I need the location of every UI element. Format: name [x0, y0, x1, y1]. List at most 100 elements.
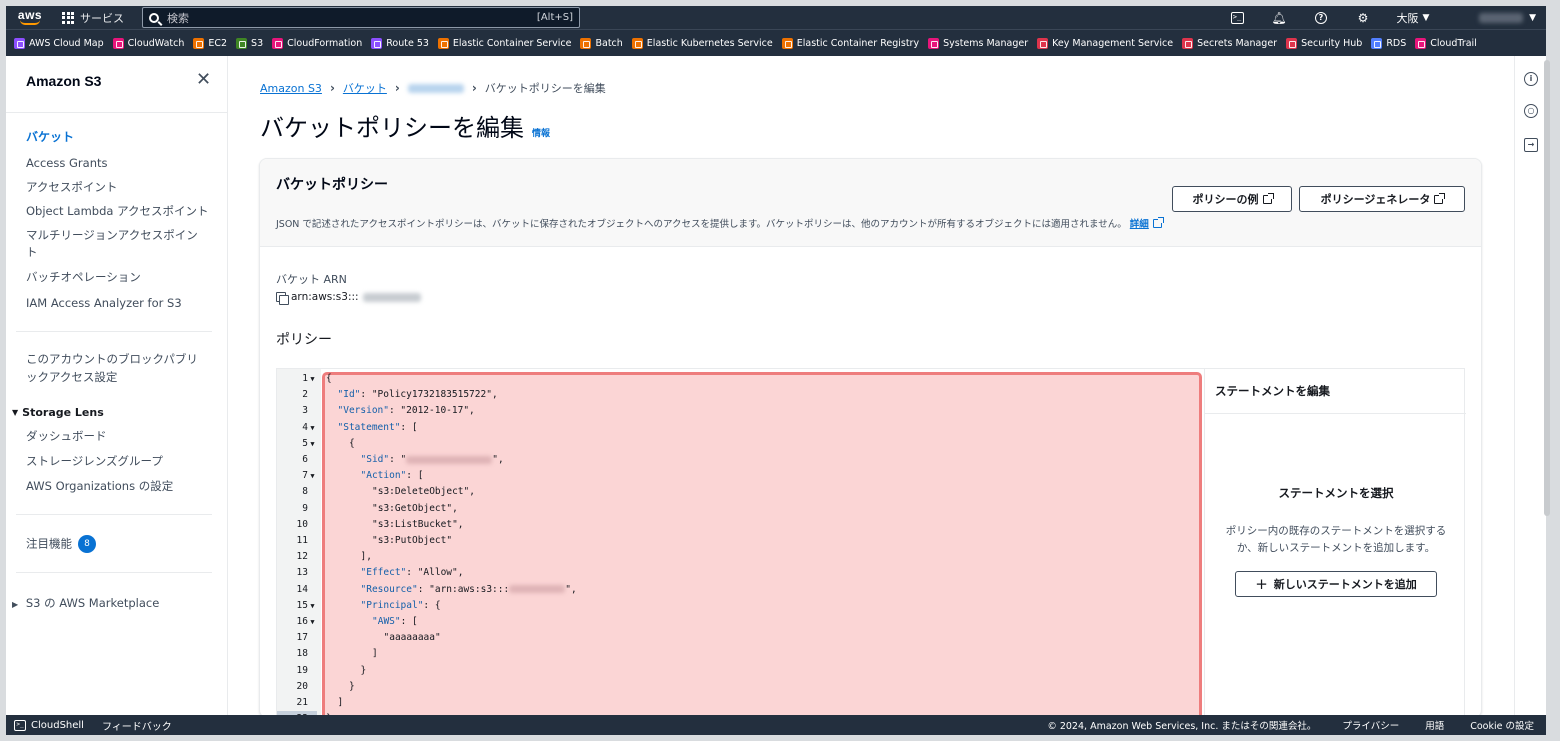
- divider: [6, 112, 228, 113]
- fold-toggle-icon[interactable]: ▼: [308, 420, 317, 436]
- code-line[interactable]: {: [326, 436, 355, 452]
- line-number: 5 ▼: [277, 436, 317, 452]
- privacy-link[interactable]: プライバシー: [1342, 718, 1399, 732]
- favorite-item[interactable]: Key Management Service: [1037, 37, 1173, 49]
- notifications-button[interactable]: 🔔︎: [1258, 6, 1300, 29]
- hexagon-icon[interactable]: ○: [1524, 104, 1538, 118]
- cookie-settings-link[interactable]: Cookie の設定: [1470, 718, 1534, 732]
- page-scrollbar[interactable]: [1544, 60, 1550, 516]
- favorite-item[interactable]: Systems Manager: [928, 37, 1028, 49]
- favorite-item[interactable]: Elastic Kubernetes Service: [631, 37, 773, 49]
- settings-button[interactable]: ⚙: [1342, 6, 1384, 29]
- favorite-item[interactable]: CloudWatch: [112, 37, 184, 49]
- help-button[interactable]: ?: [1300, 6, 1342, 29]
- line-number: 13: [277, 565, 317, 581]
- sidebar-item-block-public-access[interactable]: このアカウントのブロックパブリ: [26, 352, 198, 367]
- close-icon[interactable]: ✕: [196, 70, 211, 90]
- code-line[interactable]: "Resource": "arn:aws:s3::: ",: [326, 582, 577, 598]
- favorite-item[interactable]: RDS: [1371, 37, 1406, 49]
- sidebar-item-organizations[interactable]: AWS Organizations の設定: [26, 479, 173, 494]
- line-number-text: 3: [302, 405, 308, 417]
- info-link[interactable]: 情報: [532, 126, 550, 139]
- fold-toggle-icon[interactable]: ▼: [308, 371, 317, 387]
- code-line[interactable]: "s3:DeleteObject",: [326, 484, 475, 500]
- favorite-item[interactable]: EC2: [193, 37, 227, 49]
- code-line[interactable]: "Statement": [: [326, 420, 418, 436]
- sidebar-item-multi-region[interactable]: マルチリージョンアクセスポイン: [26, 228, 198, 243]
- featured-label: 注目機能: [26, 536, 72, 551]
- line-number: 21: [277, 695, 317, 711]
- line-number-text: 13: [296, 567, 308, 579]
- policy-generator-button[interactable]: ポリシージェネレータ: [1299, 186, 1465, 212]
- aws-logo[interactable]: aws: [12, 6, 48, 29]
- code-line[interactable]: "aaaaaaaa": [326, 630, 441, 646]
- sidebar-item-marketplace[interactable]: ▶ S3 の AWS Marketplace: [12, 596, 159, 612]
- add-statement-button[interactable]: + 新しいステートメントを追加: [1235, 571, 1437, 597]
- fold-toggle-icon[interactable]: ▼: [308, 614, 317, 630]
- storage-lens-section[interactable]: ▼ Storage Lens: [12, 406, 104, 419]
- sidebar-item-featured[interactable]: 注目機能 8: [26, 535, 96, 553]
- favorite-item[interactable]: CloudFormation: [272, 37, 362, 49]
- divider: [16, 514, 212, 515]
- code-line[interactable]: "Id": "Policy1732183515722",: [326, 387, 498, 403]
- favorite-item[interactable]: Security Hub: [1286, 37, 1362, 49]
- code-line[interactable]: ],: [326, 549, 372, 565]
- favorite-item[interactable]: S3: [236, 37, 263, 49]
- info-icon[interactable]: i: [1524, 72, 1538, 86]
- account-menu[interactable]: ▼: [1442, 12, 1546, 23]
- policy-examples-button[interactable]: ポリシーの例: [1172, 186, 1292, 212]
- breadcrumb-amazon-s3[interactable]: Amazon S3: [260, 82, 322, 95]
- code-line[interactable]: ]: [326, 695, 344, 711]
- favorite-item[interactable]: Elastic Container Registry: [781, 37, 919, 49]
- divider: [16, 331, 212, 332]
- code-line[interactable]: "s3:PutObject": [326, 533, 452, 549]
- policy-code-editor[interactable]: 1▼234▼5▼67▼89101112131415▼16▼17181920212…: [276, 368, 1466, 717]
- favorite-item[interactable]: Route 53: [371, 37, 429, 49]
- code-line[interactable]: "Version": "2012-10-17",: [326, 403, 475, 419]
- favorite-item[interactable]: Batch: [580, 37, 623, 49]
- feedback-link[interactable]: フィードバック: [102, 718, 172, 733]
- sidebar-item-multi-region-cont[interactable]: ト: [26, 245, 38, 260]
- code-line[interactable]: }: [326, 679, 355, 695]
- code-line[interactable]: "Action": [: [326, 468, 424, 484]
- sidebar-item-access-grants[interactable]: Access Grants: [26, 156, 108, 171]
- sidebar-item-object-lambda[interactable]: Object Lambda アクセスポイント: [26, 204, 209, 219]
- region-selector[interactable]: 大阪 ▼: [1384, 10, 1442, 26]
- breadcrumb-bucket-redacted[interactable]: [407, 83, 464, 93]
- code-line[interactable]: "Sid": " ",: [326, 452, 504, 468]
- breadcrumb-buckets[interactable]: バケット: [343, 80, 387, 96]
- details-link[interactable]: 詳細: [1130, 217, 1164, 230]
- code-line[interactable]: }: [326, 663, 367, 679]
- fold-toggle-icon[interactable]: ▼: [308, 468, 317, 484]
- sidebar-item-block-public-access-cont[interactable]: ックアクセス設定: [26, 370, 117, 385]
- sidebar-item-buckets[interactable]: バケット: [26, 130, 74, 145]
- services-menu-button[interactable]: サービス: [62, 6, 134, 29]
- code-line[interactable]: "Principal": {: [326, 598, 441, 614]
- code-line[interactable]: ]: [326, 646, 378, 662]
- favorite-item[interactable]: CloudTrail: [1415, 37, 1477, 49]
- copy-icon[interactable]: [276, 291, 289, 305]
- sidebar-item-iam-access-analyzer[interactable]: IAM Access Analyzer for S3: [26, 296, 182, 311]
- favorite-item[interactable]: AWS Cloud Map: [14, 37, 104, 49]
- code-line[interactable]: "Effect": "Allow",: [326, 565, 464, 581]
- code-line[interactable]: {: [326, 371, 332, 387]
- fold-toggle-icon[interactable]: ▼: [308, 436, 317, 452]
- terms-link[interactable]: 用語: [1425, 718, 1444, 732]
- code-line[interactable]: "s3:ListBucket",: [326, 517, 464, 533]
- cloudshell-button[interactable]: >_: [1216, 6, 1258, 29]
- export-icon[interactable]: →: [1524, 138, 1538, 152]
- line-number-text: 19: [296, 664, 308, 676]
- sidebar-item-dashboard[interactable]: ダッシュボード: [26, 429, 107, 444]
- favorite-item[interactable]: Elastic Container Service: [437, 37, 571, 49]
- favorite-item[interactable]: Secrets Manager: [1182, 37, 1277, 49]
- code-line[interactable]: "s3:GetObject",: [326, 501, 458, 517]
- code-line[interactable]: "AWS": [: [326, 614, 418, 630]
- fold-toggle-icon[interactable]: ▼: [308, 598, 317, 614]
- cloudshell-footer-button[interactable]: >_ CloudShell: [14, 719, 84, 731]
- search-input[interactable]: 検索 [Alt+S]: [142, 7, 580, 28]
- sidebar-item-batch-operations[interactable]: バッチオペレーション: [26, 270, 141, 285]
- sidebar-item-access-points[interactable]: アクセスポイント: [26, 180, 117, 195]
- sidebar-item-lens-groups[interactable]: ストレージレンズグループ: [26, 454, 163, 469]
- breadcrumb: Amazon S3 › バケット › › バケットポリシーを編集: [260, 80, 606, 96]
- json-text: ]: [372, 648, 378, 660]
